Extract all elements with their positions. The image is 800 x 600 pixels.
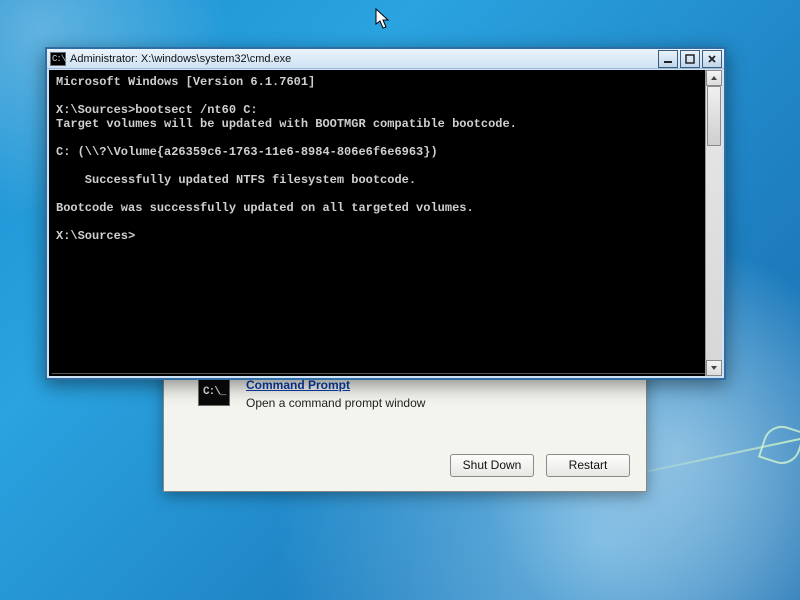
minimize-button[interactable] bbox=[658, 50, 678, 68]
mouse-cursor bbox=[375, 8, 391, 30]
scroll-down-button[interactable] bbox=[706, 360, 722, 376]
minimize-icon bbox=[663, 54, 673, 64]
scrollbar-thumb[interactable] bbox=[707, 86, 721, 146]
titlebar-cmd-icon: C:\_ bbox=[50, 52, 66, 66]
command-prompt-icon: C:\_ bbox=[198, 378, 230, 406]
restart-button[interactable]: Restart bbox=[546, 454, 630, 477]
chevron-down-icon bbox=[710, 364, 718, 372]
command-prompt-window: C:\_ Administrator: X:\windows\system32\… bbox=[45, 47, 726, 380]
scroll-up-button[interactable] bbox=[706, 70, 722, 86]
maximize-button[interactable] bbox=[680, 50, 700, 68]
command-prompt-link[interactable]: Command Prompt bbox=[246, 378, 425, 392]
terminal-client-area[interactable]: Microsoft Windows [Version 6.1.7601] X:\… bbox=[49, 70, 722, 376]
maximize-icon bbox=[685, 54, 695, 64]
close-icon bbox=[707, 54, 717, 64]
vertical-scrollbar[interactable] bbox=[705, 70, 722, 376]
window-title: Administrator: X:\windows\system32\cmd.e… bbox=[70, 50, 654, 68]
command-prompt-description: Open a command prompt window bbox=[246, 396, 425, 410]
terminal-output: Microsoft Windows [Version 6.1.7601] X:\… bbox=[56, 75, 706, 371]
desktop-background: C:\_ Command Prompt Open a command promp… bbox=[0, 0, 800, 600]
window-titlebar[interactable]: C:\_ Administrator: X:\windows\system32\… bbox=[47, 49, 724, 69]
close-button[interactable] bbox=[702, 50, 722, 68]
shutdown-button[interactable]: Shut Down bbox=[450, 454, 534, 477]
chevron-up-icon bbox=[710, 74, 718, 82]
